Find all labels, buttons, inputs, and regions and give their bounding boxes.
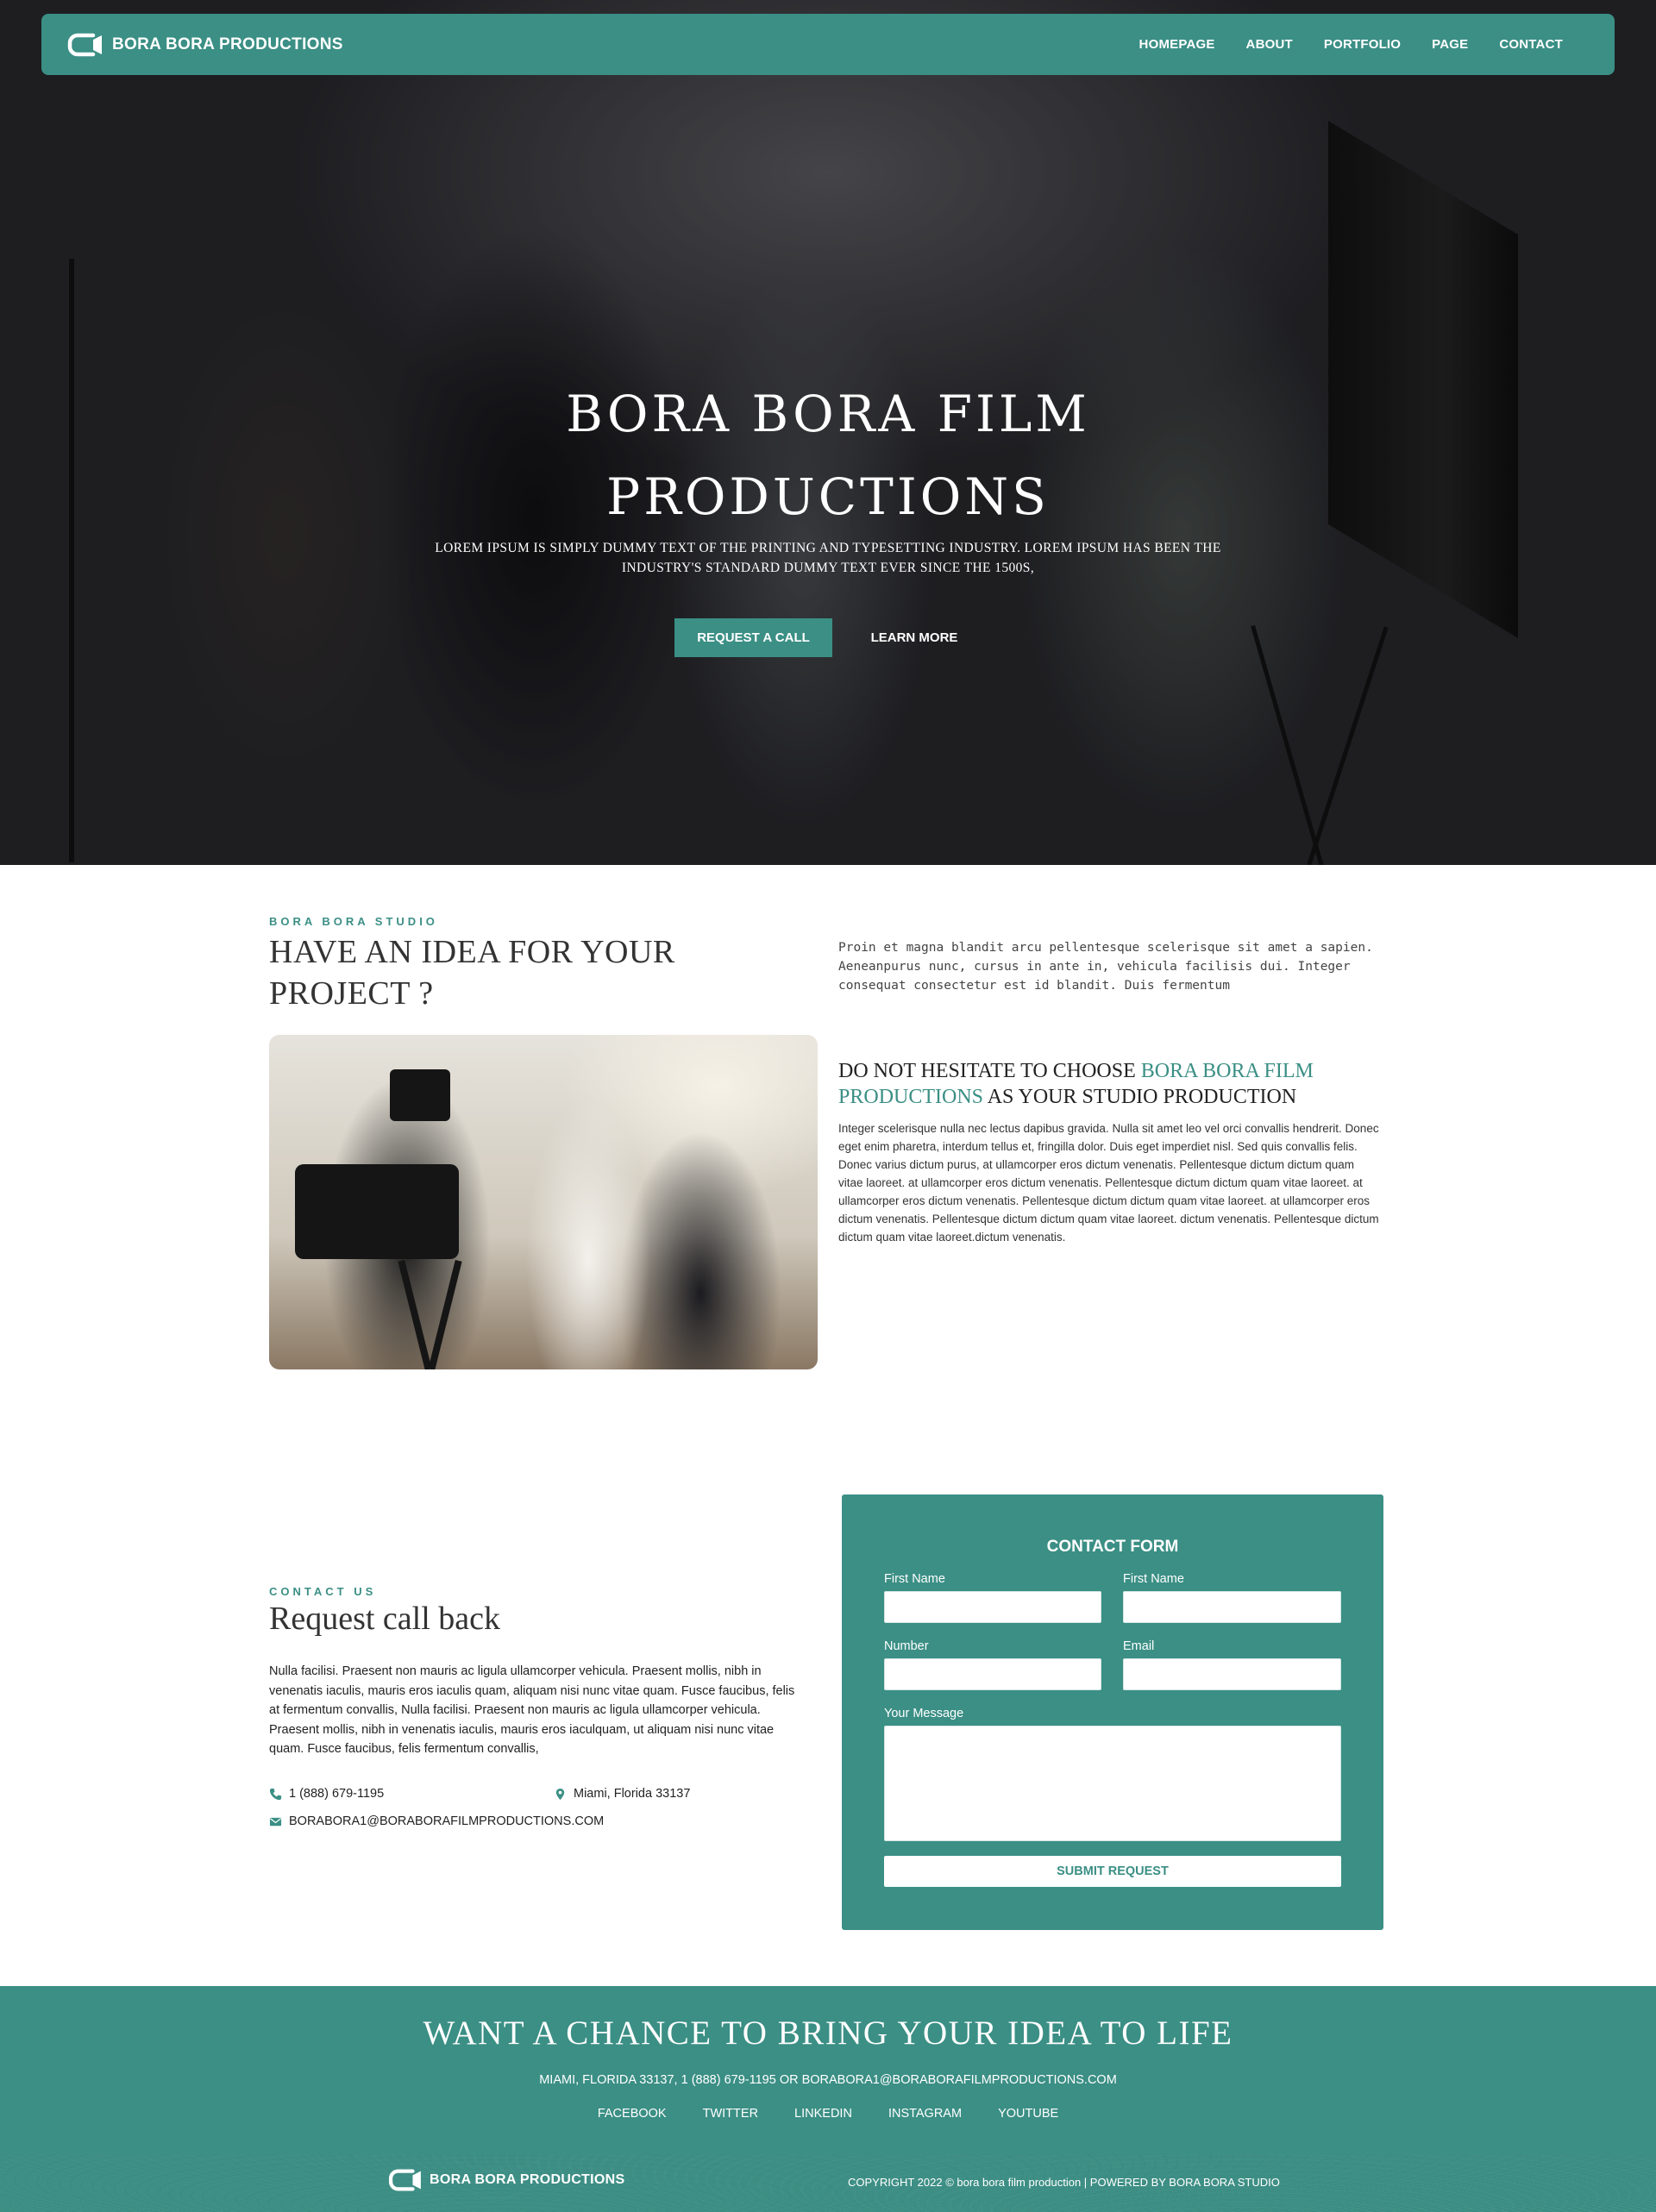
first-name-label: First Name — [884, 1572, 945, 1586]
camera-rig — [398, 1259, 432, 1369]
brand-name: BORA BORA PRODUCTIONS — [112, 34, 343, 53]
message-textarea[interactable] — [884, 1726, 1341, 1841]
film-crew-photo — [269, 1035, 818, 1369]
footer-brand-name: BORA BORA PRODUCTIONS — [430, 2172, 625, 2187]
footer: WANT A CHANCE TO BRING YOUR IDEA TO LIFE… — [0, 1986, 1656, 2212]
phone-icon — [269, 1788, 282, 1800]
form-title: CONTACT FORM — [1046, 1538, 1179, 1556]
hero-section: BORA BORA FILM PRODUCTIONS Lorem Ipsum i… — [0, 0, 1656, 865]
nav-portfolio[interactable]: PORTFOLIO — [1324, 37, 1401, 52]
first-name-input-2[interactable] — [1123, 1591, 1341, 1623]
submit-request-button[interactable]: SUBMIT REQUEST — [884, 1856, 1341, 1887]
contact-form: CONTACT FORM First Name First Name Numbe… — [842, 1495, 1383, 1930]
camera-rig — [428, 1259, 462, 1369]
hero-title-line2: PRODUCTIONS — [606, 467, 1050, 526]
hero-title: BORA BORA FILM PRODUCTIONS — [483, 373, 1173, 538]
learn-more-button[interactable]: LEARN MORE — [854, 618, 975, 657]
contact-body: Nulla facilisi. Praesent non mauris ac l… — [269, 1664, 795, 1756]
about-eyebrow: BORA BORA STUDIO — [269, 915, 438, 928]
contact-phone-text: 1 (888) 679-1195 — [289, 1787, 385, 1801]
email-label: Email — [1123, 1639, 1155, 1653]
contact-email[interactable]: BORABORA1@BORABORAFILMPRODUCTIONS.COM — [269, 1814, 604, 1828]
nav-about[interactable]: ABOUT — [1246, 37, 1293, 52]
social-linkedin[interactable]: LINKEDIN — [794, 2107, 852, 2121]
camera-logo-icon — [67, 33, 102, 56]
nav-homepage[interactable]: HOMEPAGE — [1139, 37, 1215, 52]
map-pin-icon — [555, 1788, 565, 1800]
footer-copyright: COPYRIGHT 2022 © bora bora film producti… — [848, 2176, 1280, 2189]
nav-links: HOMEPAGE ABOUT PORTFOLIO PAGE CONTACT — [1139, 37, 1563, 52]
first-name-label-2: First Name — [1123, 1572, 1184, 1586]
envelope-icon — [269, 1817, 282, 1826]
about-intro: Proin et magna blandit arcu pellentesque… — [838, 941, 1373, 993]
nav-contact[interactable]: CONTACT — [1499, 37, 1563, 52]
footer-brand[interactable]: BORA BORA PRODUCTIONS — [388, 2166, 624, 2194]
top-navbar: BORA BORA PRODUCTIONS HOMEPAGE ABOUT POR… — [41, 14, 1615, 75]
camera-rig — [390, 1069, 450, 1121]
camera-logo-icon — [388, 2169, 421, 2191]
request-call-button[interactable]: REQUEST A CALL — [674, 618, 832, 657]
social-instagram[interactable]: INSTAGRAM — [888, 2107, 962, 2121]
email-input[interactable] — [1123, 1658, 1341, 1690]
footer-pattern — [0, 2154, 1656, 2212]
contact-location: Miami, Florida 33137 — [554, 1787, 690, 1801]
camera-rig — [295, 1164, 459, 1259]
contact-phone[interactable]: 1 (888) 679-1195 — [269, 1787, 384, 1801]
social-twitter[interactable]: TWITTER — [703, 2107, 758, 2121]
hero-title-line1: BORA BORA FILM — [566, 385, 1090, 443]
choose-heading: DO NOT HESITATE TO CHOOSE BORA BORA FILM… — [838, 1058, 1390, 1110]
footer-contact-line: MIAMI, FLORIDA 33137, 1 (888) 679-1195 O… — [539, 2073, 1117, 2087]
footer-title: WANT A CHANCE TO BRING YOUR IDEA TO LIFE — [423, 2015, 1233, 2052]
contact-location-text: Miami, Florida 33137 — [574, 1787, 691, 1801]
number-label: Number — [884, 1639, 929, 1653]
choose-body: Integer scelerisque nulla nec lectus dap… — [838, 1122, 1379, 1244]
hero-subtitle: Lorem Ipsum is simply dummy text of the … — [435, 541, 1221, 575]
contact-heading: Request call back — [269, 1601, 501, 1637]
choose-prefix: DO NOT HESITATE TO CHOOSE — [838, 1060, 1141, 1082]
contact-eyebrow: CONTACT US — [269, 1585, 377, 1598]
first-name-input[interactable] — [884, 1591, 1101, 1623]
contact-email-text: BORABORA1@BORABORAFILMPRODUCTIONS.COM — [289, 1814, 605, 1828]
about-heading: HAVE AN IDEA FOR YOUR PROJECT ? — [269, 934, 675, 1012]
choose-suffix: AS YOUR STUDIO PRODUCTION — [983, 1086, 1297, 1108]
nav-page[interactable]: PAGE — [1432, 37, 1468, 52]
social-youtube[interactable]: YOUTUBE — [998, 2107, 1058, 2121]
brand-logo-link[interactable]: BORA BORA PRODUCTIONS — [67, 30, 343, 60]
message-label: Your Message — [884, 1707, 964, 1720]
footer-social-links: FACEBOOK TWITTER LINKEDIN INSTAGRAM YOUT… — [0, 2107, 1656, 2121]
social-facebook[interactable]: FACEBOOK — [598, 2107, 667, 2121]
number-input[interactable] — [884, 1658, 1101, 1690]
